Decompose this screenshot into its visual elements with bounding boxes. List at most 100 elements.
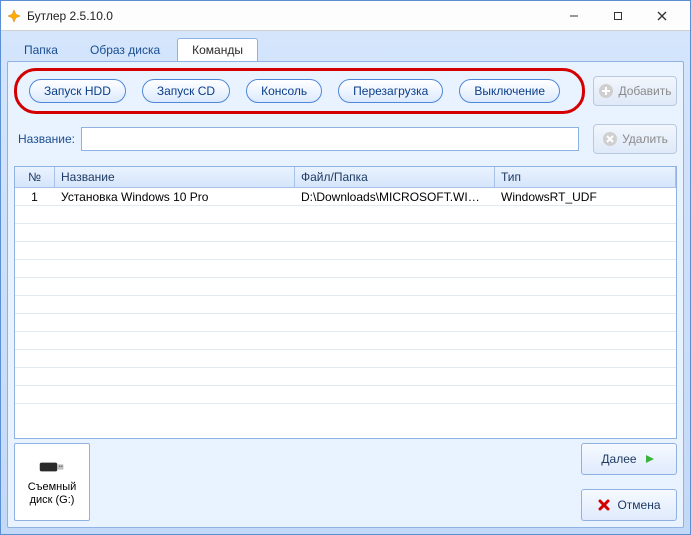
device-label-1: Съемный	[28, 481, 77, 494]
tab-disk-image[interactable]: Образ диска	[75, 38, 175, 61]
cell-type	[495, 358, 676, 360]
next-button[interactable]: Далее	[581, 443, 677, 475]
cell-num	[15, 250, 55, 252]
cell-type	[495, 250, 676, 252]
delete-button-label: Удалить	[622, 132, 668, 146]
content-panel: Запуск HDD Запуск CD Консоль Перезагрузк…	[7, 61, 684, 528]
col-header-path[interactable]: Файл/Папка	[295, 167, 495, 187]
device-tile[interactable]: Съемный диск (G:)	[14, 443, 90, 521]
col-header-type[interactable]: Тип	[495, 167, 676, 187]
cell-path	[295, 322, 495, 324]
cell-path	[295, 268, 495, 270]
cell-type	[495, 340, 676, 342]
usb-drive-icon	[38, 457, 66, 477]
minimize-button[interactable]	[552, 2, 596, 30]
cell-path	[295, 394, 495, 396]
cell-name	[55, 286, 295, 288]
delete-icon	[602, 131, 618, 147]
add-button[interactable]: Добавить	[593, 76, 677, 106]
cell-num: 1	[15, 189, 55, 205]
cell-name	[55, 232, 295, 234]
app-icon	[7, 9, 21, 23]
tab-commands[interactable]: Команды	[177, 38, 258, 61]
cancel-button-label: Отмена	[617, 498, 660, 512]
table-row	[15, 296, 676, 314]
cancel-icon	[597, 498, 611, 512]
cell-name	[55, 214, 295, 216]
cell-name	[55, 394, 295, 396]
cell-path	[295, 358, 495, 360]
tabs: Папка Образ диска Команды	[1, 31, 690, 61]
minimize-icon	[569, 11, 579, 21]
cell-type	[495, 286, 676, 288]
cell-path	[295, 376, 495, 378]
table-row	[15, 224, 676, 242]
cell-num	[15, 232, 55, 234]
col-header-name[interactable]: Название	[55, 167, 295, 187]
cell-path: D:\Downloads\MICROSOFT.WINDO...	[295, 189, 495, 205]
cell-path	[295, 340, 495, 342]
cell-num	[15, 358, 55, 360]
maximize-icon	[613, 11, 623, 21]
table-row	[15, 386, 676, 404]
table-row	[15, 206, 676, 224]
cell-type	[495, 268, 676, 270]
cell-name	[55, 304, 295, 306]
name-label: Название:	[14, 132, 75, 146]
next-button-label: Далее	[601, 452, 636, 466]
commands-row: Запуск HDD Запуск CD Консоль Перезагрузк…	[14, 68, 677, 114]
cell-num	[15, 268, 55, 270]
cell-path	[295, 304, 495, 306]
table-row	[15, 368, 676, 386]
console-button[interactable]: Консоль	[246, 79, 322, 103]
cell-path	[295, 214, 495, 216]
cell-type	[495, 376, 676, 378]
launch-cd-button[interactable]: Запуск CD	[142, 79, 230, 103]
table-row	[15, 278, 676, 296]
close-button[interactable]	[640, 2, 684, 30]
cell-num	[15, 394, 55, 396]
window: Бутлер 2.5.10.0 Папка Образ диска Команд…	[0, 0, 691, 535]
maximize-button[interactable]	[596, 2, 640, 30]
reboot-button[interactable]: Перезагрузка	[338, 79, 443, 103]
cell-name	[55, 358, 295, 360]
name-input[interactable]	[81, 127, 579, 151]
cell-type	[495, 322, 676, 324]
col-header-num[interactable]: №	[15, 167, 55, 187]
table-row	[15, 242, 676, 260]
shutdown-button[interactable]: Выключение	[459, 79, 560, 103]
nav-buttons: Далее Отмена	[581, 443, 677, 521]
cell-num	[15, 340, 55, 342]
arrow-right-icon	[643, 452, 657, 466]
cell-name	[55, 340, 295, 342]
device-label-2: диск (G:)	[30, 494, 75, 507]
commands-group: Запуск HDD Запуск CD Консоль Перезагрузк…	[14, 68, 585, 114]
add-button-label: Добавить	[618, 84, 671, 98]
bottom-bar: Съемный диск (G:) Далее Отмена	[14, 443, 677, 521]
cell-num	[15, 214, 55, 216]
cell-num	[15, 322, 55, 324]
cell-type	[495, 232, 676, 234]
table: № Название Файл/Папка Тип 1Установка Win…	[14, 166, 677, 439]
table-row	[15, 350, 676, 368]
cell-name	[55, 322, 295, 324]
cell-type	[495, 214, 676, 216]
cancel-button[interactable]: Отмена	[581, 489, 677, 521]
table-row[interactable]: 1Установка Windows 10 ProD:\Downloads\MI…	[15, 188, 676, 206]
tab-folder[interactable]: Папка	[9, 38, 73, 61]
cell-name	[55, 376, 295, 378]
bottom-spacer	[96, 443, 575, 521]
launch-hdd-button[interactable]: Запуск HDD	[29, 79, 126, 103]
table-row	[15, 260, 676, 278]
add-icon	[598, 83, 614, 99]
cell-num	[15, 304, 55, 306]
close-icon	[657, 11, 667, 21]
cell-type	[495, 394, 676, 396]
cell-name	[55, 268, 295, 270]
titlebar: Бутлер 2.5.10.0	[1, 1, 690, 31]
delete-button[interactable]: Удалить	[593, 124, 677, 154]
cell-num	[15, 286, 55, 288]
cell-path	[295, 250, 495, 252]
cell-name	[55, 250, 295, 252]
table-body: 1Установка Windows 10 ProD:\Downloads\MI…	[15, 188, 676, 438]
